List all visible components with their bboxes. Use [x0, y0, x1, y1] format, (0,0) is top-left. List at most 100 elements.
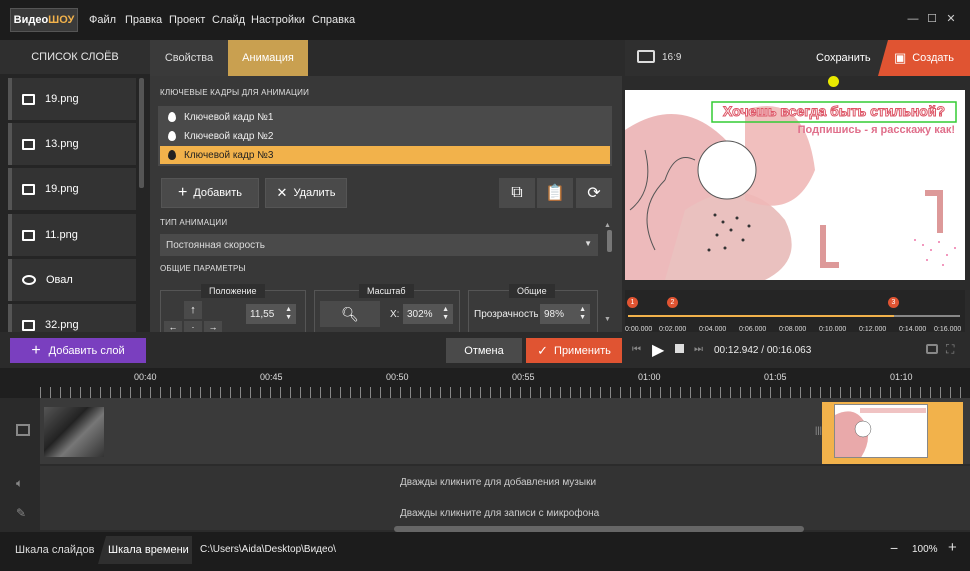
play-icon[interactable]: ▶	[652, 340, 664, 360]
cancel-button[interactable]: Отмена	[446, 338, 522, 363]
slide-title-text[interactable]: Хочешь всегда быть стильной?	[713, 103, 955, 121]
save-button[interactable]: Сохранить	[816, 52, 871, 64]
create-button[interactable]: ▣ Создать	[878, 40, 970, 76]
add-keyframe-button[interactable]: + Добавить	[161, 178, 259, 208]
fullscreen-icon[interactable]: ⛶	[946, 342, 954, 357]
move-center-button[interactable]: ·	[184, 321, 202, 332]
skip-forward-icon[interactable]: ⏭	[694, 344, 703, 355]
layer-item[interactable]: 13.png	[8, 123, 136, 165]
image-icon	[22, 183, 35, 195]
position-input[interactable]: 11,55 ▲ ▼	[246, 304, 296, 324]
tab-properties[interactable]: Свойства	[150, 40, 228, 76]
zoom-out-icon[interactable]: −	[890, 540, 898, 556]
layer-item[interactable]: 32.png	[8, 304, 136, 332]
stepper-icon[interactable]: ▲ ▼	[579, 306, 586, 322]
menu-file[interactable]: Файл	[89, 14, 116, 26]
mini-progress	[628, 315, 894, 317]
common-title: Общие	[509, 284, 555, 298]
close-icon[interactable]: ✕	[944, 12, 958, 26]
tick-label: 0:16.000	[934, 326, 962, 333]
tab-time-timeline[interactable]: Шкала времени	[108, 544, 189, 556]
move-right-button[interactable]: →	[204, 321, 222, 332]
mic-hint: Дважды кликните для записи с микрофона	[400, 508, 600, 519]
rotate-handle[interactable]	[828, 76, 839, 87]
keyframe-item[interactable]: Ключевой кадр №1	[160, 108, 610, 126]
menu-slide[interactable]: Слайд	[212, 14, 245, 26]
ruler-label: 00:45	[260, 372, 283, 382]
layers-scrollbar[interactable]	[139, 78, 144, 188]
zoom-level: 100%	[912, 544, 938, 555]
anim-type-select[interactable]: Постоянная скорость ▼	[160, 234, 598, 256]
scale-value: 302%	[407, 308, 433, 320]
stepper-icon[interactable]: ▲ ▼	[442, 306, 449, 322]
layer-item[interactable]: 11.png	[8, 214, 136, 256]
stepper-icon[interactable]: ▲ ▼	[285, 306, 292, 322]
menu-project[interactable]: Проект	[169, 14, 205, 26]
plus-icon: +	[178, 184, 188, 201]
refresh-button[interactable]: ⟳	[576, 178, 612, 208]
chevron-down-icon: ▼	[584, 239, 592, 248]
move-up-button[interactable]: ↑	[184, 301, 202, 319]
ruler-label: 00:40	[134, 372, 157, 382]
keyframe-marker[interactable]: 2	[667, 297, 678, 308]
layers-header: СПИСОК СЛОЁВ	[0, 40, 150, 74]
x-icon: ✕	[276, 185, 288, 200]
tick-label: 0:10.000	[819, 326, 847, 333]
slide-subtitle-text[interactable]: Подпишись - я расскажу как!	[725, 124, 955, 136]
add-layer-label: Добавить слой	[48, 344, 125, 357]
app-logo: Видео ШОУ	[10, 8, 78, 32]
add-layer-button[interactable]: + Добавить слой	[10, 338, 146, 363]
minimize-icon[interactable]: —	[906, 12, 920, 26]
maximize-icon[interactable]: ☐	[925, 12, 939, 26]
video-clip-thumbnail[interactable]	[44, 407, 104, 457]
paste-button[interactable]: 📋	[537, 178, 573, 208]
dot-icon: ·	[191, 321, 195, 332]
briefcase-icon: ▣	[893, 50, 907, 65]
layer-item[interactable]: 19.png	[8, 78, 136, 120]
opacity-label: Прозрачность	[474, 309, 538, 320]
speaker-icon[interactable]: 🔈︎	[16, 476, 23, 491]
skip-back-icon[interactable]: ⏮	[632, 344, 641, 355]
arrow-up-icon: ↑	[190, 304, 196, 316]
scroll-down-icon[interactable]: ▼	[604, 316, 611, 323]
panel-scrollbar[interactable]	[607, 230, 612, 252]
move-left-button[interactable]: ←	[164, 321, 182, 332]
tab-slides-timeline[interactable]: Шкала слайдов	[15, 544, 94, 556]
scale-input[interactable]: 302% ▲ ▼	[403, 304, 453, 324]
delete-label: Удалить	[293, 187, 336, 199]
image-icon	[22, 229, 35, 241]
ruler-ticks	[40, 387, 970, 398]
tick-label: 0:08.000	[779, 326, 807, 333]
tick-label: 0:14.000	[899, 326, 927, 333]
apply-button[interactable]: ✓ Применить	[526, 338, 622, 363]
keyframe-marker[interactable]: 3	[888, 297, 899, 308]
zoom-button[interactable]: 🔍︎	[320, 301, 380, 327]
film-icon	[16, 424, 30, 436]
layer-item[interactable]: 19.png	[8, 168, 136, 210]
delete-keyframe-button[interactable]: ✕ Удалить	[265, 178, 347, 208]
tab-animation[interactable]: Анимация	[228, 40, 308, 76]
aspect-ratio[interactable]: 16:9	[662, 52, 681, 63]
layer-item[interactable]: Овал	[8, 259, 136, 301]
keyframe-marker[interactable]: 1	[627, 297, 638, 308]
apply-label: Применить	[554, 344, 611, 357]
menu-settings[interactable]: Настройки	[251, 14, 305, 26]
check-icon: ✓	[537, 342, 549, 358]
keyframe-item[interactable]: Ключевой кадр №2	[160, 127, 610, 145]
menu-help[interactable]: Справка	[312, 14, 355, 26]
copy-button[interactable]: ⧉	[499, 178, 535, 208]
microphone-icon[interactable]: ✎	[16, 506, 26, 520]
scroll-up-icon[interactable]: ▲	[604, 222, 611, 229]
camera-icon[interactable]	[926, 344, 938, 354]
zoom-in-icon[interactable]: +	[948, 539, 957, 556]
stop-icon[interactable]	[675, 344, 684, 353]
opacity-input[interactable]: 98% ▲ ▼	[540, 304, 590, 324]
monitor-icon	[637, 50, 655, 63]
plus-icon: +	[31, 341, 41, 359]
keyframe-item-selected[interactable]: Ключевой кадр №3	[160, 146, 610, 164]
refresh-icon: ⟳	[587, 185, 601, 202]
clip-handle-icon[interactable]: |||	[815, 425, 822, 435]
preview-canvas[interactable]: Хочешь всегда быть стильной? Подпишись -…	[625, 90, 965, 280]
keyframe-label: Ключевой кадр №2	[184, 130, 274, 142]
menu-edit[interactable]: Правка	[125, 14, 162, 26]
